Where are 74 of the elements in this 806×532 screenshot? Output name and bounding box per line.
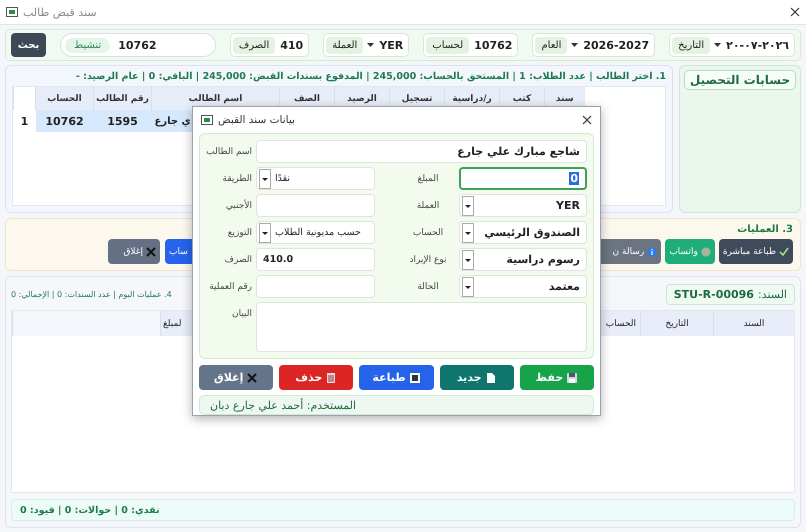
caret-icon[interactable]: [462, 276, 474, 296]
action-button[interactable]: جديد: [440, 365, 514, 390]
totals-bar: نقدي: 0 | حوالات: 0 | قيود: 0: [11, 499, 795, 521]
table-cell[interactable]: 1595: [94, 110, 152, 132]
document-icon: [484, 372, 497, 384]
floppy-icon: [566, 372, 578, 384]
caret-icon[interactable]: [462, 196, 474, 216]
section-summary: 4. عمليات اليوم | عدد السندات: 0 | الإجمالي: 0: [11, 290, 172, 298]
field-label: لحساب: [426, 36, 470, 54]
field-label: الأجنبي: [224, 200, 252, 210]
action-button[interactable]: طباعة: [359, 365, 434, 390]
field-label: البيان: [230, 308, 252, 318]
field-label: اسم الطالب: [206, 146, 252, 156]
dropdown[interactable]: ٢٠٢٦-٠٧-٢٠ التاريخ: [669, 33, 795, 57]
table-cell[interactable]: 10762: [36, 110, 94, 132]
field-label: الطريقة: [222, 174, 252, 184]
close-icon[interactable]: [790, 7, 800, 17]
action-button[interactable]: إغلاق: [199, 365, 274, 390]
caret-icon: [571, 43, 578, 47]
info-icon: [647, 246, 658, 256]
close-icon: [146, 246, 156, 256]
field-label: التاريخ: [672, 36, 710, 54]
text-field[interactable]: 410.0: [256, 248, 375, 271]
trash-icon: [325, 372, 338, 384]
text-field[interactable]: شاجع مبارك علي جارع: [256, 140, 587, 163]
field-label: رقم العملية: [208, 282, 252, 292]
text-field[interactable]: [256, 275, 375, 298]
caret-icon[interactable]: [462, 222, 474, 242]
field-label: العام: [535, 36, 568, 54]
panel-title: حسابات التحصيل: [684, 70, 796, 90]
circle-icon: [700, 246, 711, 256]
text-field[interactable]: [256, 194, 375, 217]
field-label: العملة: [326, 36, 364, 54]
dropdown[interactable]: حسب مديونية الطلاب: [256, 221, 375, 244]
column-header[interactable]: التاريخ: [640, 311, 713, 336]
column-header[interactable]: الحساب: [36, 87, 94, 110]
field-label: الحساب: [412, 228, 444, 238]
search-button[interactable]: بحث: [11, 33, 46, 57]
field-label: التوزيع: [226, 228, 252, 238]
dialog-title: بيانات سند القبض: [218, 114, 295, 126]
field-label: الصرف: [224, 254, 252, 264]
row-number: 1: [14, 110, 36, 132]
caret-icon[interactable]: [259, 222, 271, 242]
field-label: الحالة: [416, 282, 440, 292]
dropdown[interactable]: YER: [459, 194, 587, 217]
column-header[interactable]: رقم الطالب: [94, 87, 152, 110]
window-title: سند قبض طالب: [23, 6, 97, 18]
field-label: الصرف: [232, 36, 276, 54]
close-icon: [246, 372, 258, 384]
text-field[interactable]: 0: [459, 167, 587, 190]
section-summary: 1. اختر الطالب | عدد الطلاب: 1 | المستحق بالحساب: 245,000 | المدفوع بسندات القبض: 245,000 | الباقي: 0 | عام الرصيد: -: [74, 70, 666, 84]
action-button[interactable]: حذف: [279, 365, 354, 390]
field-label: نوع الإيراد: [408, 254, 448, 264]
dropdown[interactable]: الصندوق الرئيسي: [459, 221, 587, 244]
window-icon: [201, 115, 213, 125]
dropdown[interactable]: نقدًا: [256, 167, 375, 190]
window-icon: [6, 7, 18, 17]
field-label: العملة: [416, 200, 440, 210]
check-icon: [779, 246, 789, 256]
caret-icon: [714, 43, 722, 47]
field-label: المبلغ: [416, 174, 440, 184]
action-button[interactable]: طباعة مباشرة: [718, 239, 793, 264]
dropdown[interactable]: معتمد: [459, 275, 587, 298]
caret-icon[interactable]: [259, 168, 271, 188]
column-header[interactable]: السند: [713, 311, 794, 336]
square-icon: [408, 372, 421, 384]
dropdown[interactable]: رسوم دراسية: [459, 248, 587, 271]
section-title: 3. العمليات: [737, 223, 793, 237]
close-icon[interactable]: [582, 115, 592, 125]
user-bar: المستخدم: أحمد علي جارع دبان: [199, 395, 594, 415]
status-chip[interactable]: تنشيط: [65, 38, 110, 52]
caret-icon: [367, 43, 374, 47]
action-button[interactable]: إغلاق: [108, 239, 160, 264]
caret-icon[interactable]: [462, 250, 474, 270]
